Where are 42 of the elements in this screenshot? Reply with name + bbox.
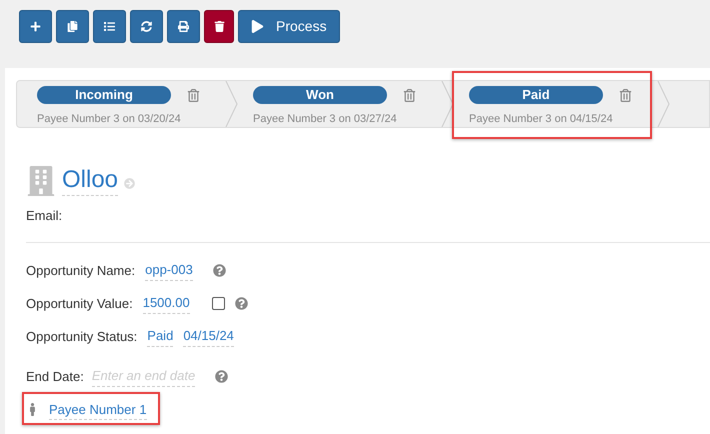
field-label: Opportunity Value:	[26, 294, 133, 313]
print-button[interactable]	[167, 10, 200, 43]
list-button[interactable]	[93, 10, 126, 43]
company-name[interactable]: Olloo	[62, 165, 118, 196]
stage-pill[interactable]: Won	[253, 86, 387, 104]
refresh-icon	[141, 21, 152, 32]
field-label: End Date:	[26, 368, 84, 386]
help-icon[interactable]	[212, 264, 226, 277]
add-button[interactable]	[19, 10, 52, 43]
stage-pill[interactable]: Paid	[469, 86, 603, 104]
trash-icon[interactable]	[403, 88, 416, 102]
chevron-divider	[225, 81, 239, 127]
trash-icon	[214, 21, 224, 32]
field-label: Opportunity Status:	[26, 328, 138, 346]
refresh-button[interactable]	[130, 10, 163, 43]
stage-caption: Payee Number 3 on 04/15/24	[468, 112, 614, 127]
field-label: Opportunity Name:	[26, 262, 136, 280]
chevron-divider	[441, 81, 455, 127]
delete-button[interactable]	[204, 10, 234, 43]
copy-button[interactable]	[56, 10, 89, 43]
status-date[interactable]: 04/15/24	[183, 326, 234, 347]
stage-caption: Payee Number 3 on 03/20/24	[36, 112, 182, 127]
checkbox[interactable]	[212, 297, 225, 310]
print-icon	[178, 21, 189, 32]
chevron-divider	[657, 81, 671, 127]
payee-link[interactable]: Payee Number 1	[49, 400, 147, 420]
copy-icon	[67, 21, 78, 32]
field-value[interactable]: 1500.00	[142, 293, 190, 314]
trash-icon[interactable]	[619, 88, 632, 102]
building-icon	[26, 166, 56, 196]
help-icon[interactable]	[234, 297, 248, 310]
list-icon	[104, 21, 115, 32]
email-label: Email:	[26, 207, 64, 225]
help-icon[interactable]	[214, 370, 228, 383]
stage-caption: Payee Number 3 on 03/27/24	[252, 112, 398, 127]
trash-icon[interactable]	[187, 88, 200, 102]
field-value[interactable]: opp-003	[145, 260, 193, 281]
stage-pill[interactable]: Incoming	[37, 86, 171, 104]
play-icon	[251, 20, 264, 33]
process-button[interactable]: Process	[238, 10, 340, 43]
field-value[interactable]: Paid	[147, 326, 174, 347]
add-icon	[30, 21, 41, 32]
